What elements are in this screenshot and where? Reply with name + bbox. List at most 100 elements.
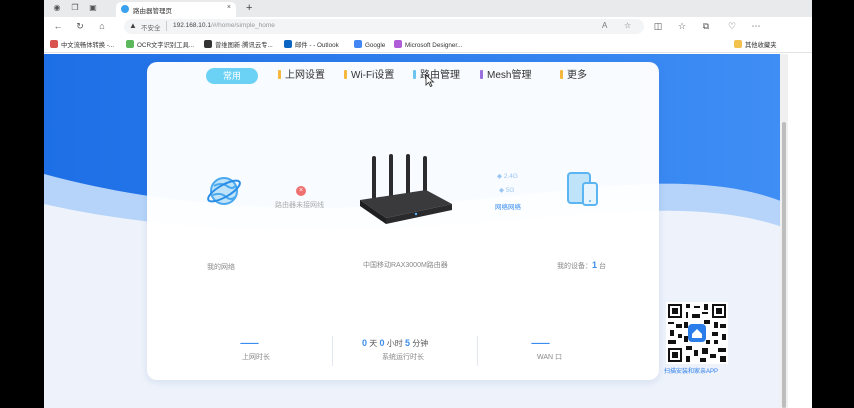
runtime-hours: 0 xyxy=(379,338,385,348)
runtime-hours-unit: 小时 xyxy=(386,339,403,348)
runtime-days: 0 xyxy=(362,338,368,348)
wifi-link[interactable]: 网络网络 xyxy=(495,201,521,211)
disconnected-icon: × xyxy=(296,186,306,196)
bookmark-3-label: 曾维图新·腾讯云专... xyxy=(215,42,273,49)
bookmark-3-icon xyxy=(204,40,212,48)
disconnected-label: 路由器未接网线 xyxy=(275,202,324,209)
my-devices-count: 1 xyxy=(592,260,598,270)
profile-icon[interactable]: ◉ xyxy=(52,3,62,13)
wifi-5g[interactable]: ◆ 5G xyxy=(499,186,514,194)
menu-home[interactable]: 常用 xyxy=(206,68,258,84)
tab-close-icon[interactable]: × xyxy=(227,4,231,11)
router-model-label: 中国移动RAX3000M路由器 xyxy=(363,262,448,269)
menu-internet-marker xyxy=(278,70,281,79)
scroll-thumb[interactable] xyxy=(782,122,786,408)
wifi-24g-icon: ◆ xyxy=(497,173,504,180)
more-options-icon[interactable]: ⋯ xyxy=(750,20,762,32)
back-icon[interactable]: ← xyxy=(52,20,64,32)
screen: ◉ ❐ ▣ 路由器管理页 × + ← ↻ ⌂ ▲ 不安全 192.168.10.… xyxy=(0,0,854,408)
new-tab-button[interactable]: + xyxy=(246,2,252,14)
collections-icon[interactable]: ⧉ xyxy=(700,20,712,32)
menu-mesh[interactable]: Mesh管理 xyxy=(480,69,531,83)
menu-more[interactable]: 更多 xyxy=(560,69,587,83)
stat-divider-2 xyxy=(477,336,478,366)
my-devices-unit: 台 xyxy=(598,263,606,270)
wan-value: --------- xyxy=(531,338,550,348)
copilot-icon[interactable]: ♡ xyxy=(726,20,738,32)
stat-divider-1 xyxy=(332,336,333,366)
bookmark-2-label: OCR文字识别工具... xyxy=(137,42,195,49)
tab-favicon-icon xyxy=(121,5,129,13)
my-network-label: 我的网络 xyxy=(207,264,235,271)
menu-wifi-label: Wi-Fi设置 xyxy=(351,70,395,81)
system-runtime-value: 0 天 0 小时 5 分钟 xyxy=(362,338,428,349)
bookmark-6-icon xyxy=(394,40,402,48)
bookmarks-bar: 中文流畅体转换 -... OCR文字识别工具... 曾维图新·腾讯云专... 邮… xyxy=(44,36,812,53)
cursor-icon xyxy=(425,74,435,87)
bookmark-6[interactable]: Microsoft Designer... xyxy=(394,40,462,49)
wifi-5g-label: 5G xyxy=(505,187,515,194)
runtime-minutes: 5 xyxy=(404,338,410,348)
wifi-5g-icon: ◆ xyxy=(499,187,506,194)
other-bookmarks-label: 其他收藏夹 xyxy=(745,42,777,49)
online-duration-label: 上网时长 xyxy=(242,354,270,361)
menu-mesh-marker xyxy=(480,70,483,79)
my-devices-label: 我的设备： xyxy=(557,263,592,270)
menu-router-marker xyxy=(413,70,416,79)
bookmark-5[interactable]: Google xyxy=(354,40,385,49)
bookmark-1[interactable]: 中文流畅体转换 -... xyxy=(50,40,114,49)
split-screen-icon[interactable]: ◫ xyxy=(652,20,664,32)
online-duration-value: --------- xyxy=(240,338,259,348)
runtime-minutes-unit: 分钟 xyxy=(412,339,429,348)
home-icon[interactable]: ⌂ xyxy=(96,20,108,32)
bookmark-5-icon xyxy=(354,40,362,48)
tab-router[interactable]: 路由器管理页 × xyxy=(116,2,236,17)
bookmark-3[interactable]: 曾维图新·腾讯云专... xyxy=(204,40,273,49)
bookmark-4[interactable]: 邮件 - - Outlook xyxy=(284,40,339,49)
menu-more-label: 更多 xyxy=(567,70,587,81)
workspaces-icon[interactable]: ❐ xyxy=(70,3,80,13)
tab-actions-icon[interactable]: ▣ xyxy=(88,3,98,13)
address-separator xyxy=(166,21,167,31)
wan-label: WAN 口 xyxy=(537,354,563,361)
favorites-icon[interactable]: ☆ xyxy=(676,20,688,32)
qr-code-image xyxy=(666,302,728,364)
runtime-days-unit: 天 xyxy=(369,339,378,348)
devices-icon[interactable] xyxy=(567,171,601,207)
favorite-star-icon[interactable]: ☆ xyxy=(624,21,631,30)
address-bar[interactable]: ▲ 不安全 192.168.10.1/#/home/simple_home A … xyxy=(124,19,644,34)
wifi-24g[interactable]: ◆ 2.4G xyxy=(497,172,518,180)
address-toolbar: ← ↻ ⌂ ▲ 不安全 192.168.10.1/#/home/simple_h… xyxy=(44,17,812,36)
menu-mesh-label: Mesh管理 xyxy=(487,70,532,81)
bookmark-1-label: 中文流畅体转换 -... xyxy=(61,42,115,49)
globe-icon[interactable] xyxy=(205,172,243,210)
menu-router-mgmt[interactable]: 路由管理 xyxy=(413,69,460,83)
tab-title: 路由器管理页 xyxy=(133,8,172,15)
bookmark-4-icon xyxy=(284,40,292,48)
my-devices[interactable]: 我的设备：1 台 xyxy=(557,260,606,271)
other-bookmarks[interactable]: 其他收藏夹 xyxy=(734,40,776,49)
refresh-icon[interactable]: ↻ xyxy=(74,20,86,32)
bookmark-6-label: Microsoft Designer... xyxy=(405,42,463,49)
url-host: 192.168.10.1 xyxy=(173,22,211,29)
qr-caption: 扫描安装和家亲APP xyxy=(664,369,719,375)
menu-wifi-marker xyxy=(344,70,347,79)
menu-internet[interactable]: 上网设置 xyxy=(278,69,325,83)
bookmark-5-label: Google xyxy=(365,42,386,49)
warning-icon: ▲ xyxy=(129,21,137,30)
system-runtime-label: 系统运行时长 xyxy=(382,354,424,361)
menu-wifi[interactable]: Wi-Fi设置 xyxy=(344,69,394,83)
page-scrollbar[interactable] xyxy=(780,54,788,408)
bookmark-2[interactable]: OCR文字识别工具... xyxy=(126,40,194,49)
folder-icon xyxy=(734,40,742,48)
status-card: 常用 上网设置 Wi-Fi设置 路由管理 Mesh管理 更多 我的网络 × 路由… xyxy=(147,62,659,380)
wifi-24g-label: 2.4G xyxy=(503,173,518,180)
bookmark-2-icon xyxy=(126,40,134,48)
url-path: /#/home/simple_home xyxy=(210,22,275,29)
bookmark-1-icon xyxy=(50,40,58,48)
insecure-label[interactable]: 不安全 xyxy=(141,22,161,32)
read-aloud-icon[interactable]: A xyxy=(602,21,607,30)
menu-more-marker xyxy=(560,70,563,79)
url-text[interactable]: 192.168.10.1/#/home/simple_home xyxy=(173,22,275,29)
router-image xyxy=(360,154,452,224)
